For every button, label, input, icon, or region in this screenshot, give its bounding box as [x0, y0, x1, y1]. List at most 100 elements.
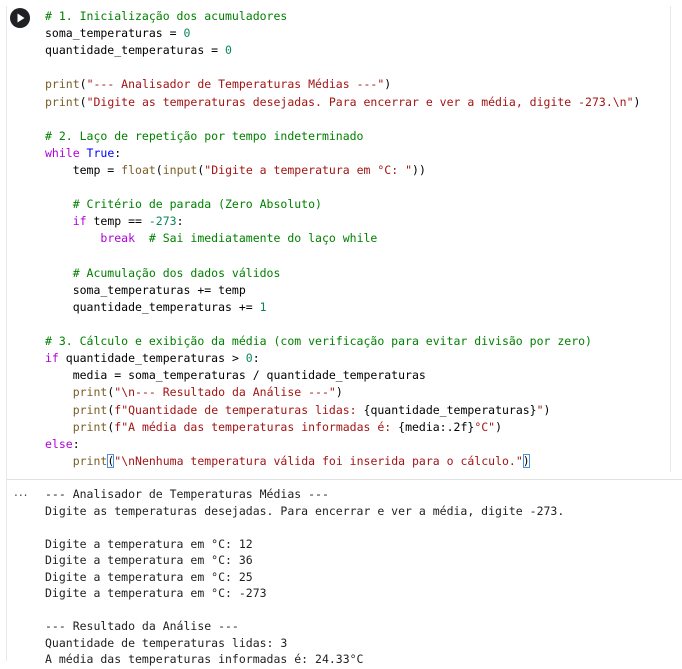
code-line: # 3. Cálculo e exibição da média (com ve… [45, 333, 670, 350]
code-token-number: -273 [148, 214, 177, 229]
code-token-builtin: input [162, 162, 198, 177]
code-token-op [45, 231, 100, 245]
code-token-op: soma_temperaturas = [45, 26, 184, 41]
code-token-string: "Digite as temperaturas desejadas. Para … [86, 94, 634, 109]
code-token-keyword: if [72, 214, 87, 229]
output-line: Digite a temperatura em °C: 36 [45, 553, 253, 567]
code-token-string: " [536, 402, 544, 417]
output-line: --- Resultado da Análise --- [45, 619, 239, 633]
output-line: Digite as temperaturas desejadas. Para e… [45, 503, 565, 518]
cell-right-border [670, 6, 671, 472]
play-icon [17, 13, 25, 23]
code-token-string: f"Quantidade de temperaturas lidas: [114, 402, 364, 417]
code-line: soma_temperaturas = 0 [45, 25, 670, 42]
code-token-string: "Digite a temperatura em °C: " [204, 162, 413, 177]
code-token-string: "\n--- Resultado da Análise ---" [114, 385, 336, 400]
code-token-comment: # 1. Inicialização dos acumuladores [45, 9, 288, 23]
output-divider [7, 479, 682, 480]
code-token-number: 0 [245, 351, 253, 366]
code-token-string: "--- Analisador de Temperaturas Médias -… [86, 77, 385, 92]
code-token-op: temp = [45, 162, 122, 177]
code-token-comment: # Acumulação dos dados válidos [45, 265, 281, 280]
matched-bracket: ) [522, 453, 530, 468]
code-token-builtin: float [121, 162, 156, 177]
code-token-comment: # 2. Laço de repetição por tempo indeter… [45, 128, 364, 143]
code-token-op: quantidade_temperaturas > [58, 351, 246, 366]
code-token-op: : [252, 351, 260, 366]
code-line: print("\n--- Resultado da Análise ---") [45, 384, 670, 401]
code-line: print("--- Analisador de Temperaturas Mé… [45, 76, 670, 93]
cell-output: --- Analisador de Temperaturas Médias --… [45, 486, 675, 668]
code-token-keyword: while [45, 145, 87, 160]
code-token-builtin: print [45, 94, 80, 109]
code-token-builtin: print [72, 419, 108, 434]
code-token-op: temp == [86, 214, 149, 229]
code-token-op: {quantidade_temperaturas} [363, 402, 537, 417]
code-token-keyword: else [45, 436, 73, 451]
output-line: Digite a temperatura em °C: 25 [45, 569, 253, 584]
output-line: Digite a temperatura em °C: 12 [45, 536, 253, 551]
code-token-string: "\nNenhuma temperatura válida foi inseri… [114, 453, 523, 468]
code-token-string: °C" [474, 419, 496, 434]
code-token-op: )) [412, 162, 426, 177]
code-token-op [45, 214, 73, 228]
code-line: soma_temperaturas += temp [45, 282, 670, 299]
code-token-op: : [72, 436, 80, 451]
code-line: if temp == -273: [45, 213, 670, 230]
code-token-number: 0 [225, 43, 232, 58]
output-options-icon[interactable]: ... [14, 485, 28, 499]
code-line: quantidade_temperaturas += 1 [45, 299, 670, 316]
code-token-builtin: print [72, 402, 108, 417]
code-token-op: ) [633, 94, 641, 109]
code-token-keyword: if [45, 351, 59, 366]
code-token-comment: # 3. Cálculo e exibição da média (com ve… [45, 334, 592, 349]
code-token-op [45, 454, 73, 468]
code-token-op: ( [79, 94, 87, 109]
code-token-op [45, 420, 73, 434]
code-line: # Acumulação dos dados válidos [45, 265, 670, 282]
code-token-op: : [114, 145, 122, 160]
code-line: if quantidade_temperaturas > 0: [45, 350, 670, 367]
output-line: A média das temperaturas informadas é: 2… [45, 652, 364, 666]
code-line: while True: [45, 145, 670, 162]
code-line: temp = float(input("Digite a temperatura… [45, 162, 670, 179]
cell-left-border [6, 6, 7, 661]
code-token-op: media = soma_temperaturas / quantidade_t… [45, 368, 426, 383]
code-token-op: {media:.2f} [398, 419, 475, 434]
output-line: --- Analisador de Temperaturas Médias --… [45, 487, 329, 501]
code-line: print("Digite as temperaturas desejadas.… [45, 94, 670, 111]
code-token-op: ) [384, 77, 392, 92]
output-line: Digite a temperatura em °C: -273 [45, 586, 267, 600]
code-token-op: quantidade_temperaturas = [45, 43, 226, 58]
code-token-op: ) [543, 402, 551, 417]
code-token-op: ( [155, 162, 163, 177]
code-token-keyword: break [100, 231, 136, 246]
code-token-string: f"A média das temperaturas informadas é: [114, 419, 399, 434]
code-token-op: ) [495, 419, 503, 434]
code-line: break # Sai imediatamente do laço while [45, 230, 670, 247]
code-token-builtin: print [45, 77, 80, 92]
code-token-comment: # Critério de parada (Zero Absoluto) [45, 197, 322, 212]
code-token-op: : [176, 214, 184, 229]
code-token-comment: # Sai imediatamente do laço while [135, 231, 378, 246]
code-line: media = soma_temperaturas / quantidade_t… [45, 367, 670, 384]
code-token-op: soma_temperaturas += temp [45, 282, 246, 297]
code-token-bool: True [86, 145, 115, 160]
code-token-op: ) [335, 385, 343, 400]
notebook-code-cell: # 1. Inicialização dos acumuladores soma_… [0, 0, 682, 669]
run-cell-button[interactable] [10, 8, 30, 28]
code-token-builtin: print [72, 385, 108, 400]
code-editor[interactable]: # 1. Inicialização dos acumuladores soma_… [45, 8, 670, 473]
code-line: print(f"A média das temperaturas informa… [45, 419, 670, 436]
code-line: # Critério de parada (Zero Absoluto) [45, 196, 670, 213]
output-line: Quantidade de temperaturas lidas: 3 [45, 635, 288, 650]
code-line: print(f"Quantidade de temperaturas lidas… [45, 402, 670, 419]
code-line: # 2. Laço de repetição por tempo indeter… [45, 128, 670, 145]
